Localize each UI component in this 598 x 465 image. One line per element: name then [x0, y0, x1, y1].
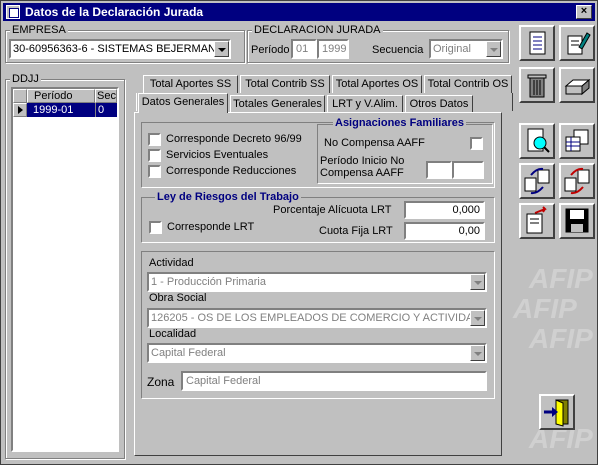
ddjj-table[interactable]: Período Sec 1999-01 0	[11, 87, 119, 452]
empresa-select[interactable]: 30-60956363-6 - SISTEMAS BEJERMAN	[9, 39, 231, 59]
lrt-title: Ley de Riesgos del Trabajo	[155, 191, 301, 203]
title-bar: Datos de la Declaración Jurada ×	[3, 3, 595, 21]
grid-button[interactable]	[559, 123, 595, 159]
trash-icon	[527, 74, 547, 98]
ddjj-header-label: DECLARACION JURADA	[252, 24, 383, 36]
obra-social-label: Obra Social	[149, 292, 207, 304]
secuencia-select[interactable]: Original	[429, 39, 503, 59]
chevron-down-icon[interactable]	[486, 41, 501, 57]
reducciones-checkbox[interactable]	[148, 165, 161, 178]
cell-sec[interactable]: 0	[95, 103, 117, 117]
print-button[interactable]	[559, 67, 595, 103]
refresh-icon	[524, 167, 550, 195]
actividad-select[interactable]: 1 - Producción Primaria	[147, 272, 487, 292]
obra-social-select[interactable]: 126205 - OS DE LOS EMPLEADOS DE COMERCIO…	[147, 308, 487, 328]
cuota-fija-field[interactable]: 0,00	[404, 222, 485, 240]
servicios-eventuales-checkbox[interactable]	[148, 149, 161, 162]
print-icon	[564, 78, 591, 96]
zona-label: Zona	[147, 375, 175, 389]
tab-total-contrib-ss[interactable]: Total Contrib SS	[240, 75, 330, 93]
empresa-value: 30-60956363-6 - SISTEMAS BEJERMAN	[13, 43, 216, 55]
window-icon	[6, 5, 20, 19]
obra-social-value: 126205 - OS DE LOS EMPLEADOS DE COMERCIO…	[151, 312, 474, 324]
export-icon	[526, 206, 547, 234]
exchange-icon	[564, 167, 590, 195]
ddjj-list-label: DDJJ	[10, 73, 41, 85]
ddjj-table-header: Período Sec	[13, 89, 117, 103]
periodo-label: Período	[251, 44, 290, 56]
search-document-icon	[527, 128, 550, 153]
chevron-down-icon[interactable]	[470, 310, 485, 326]
no-compensa-label: No Compensa AAFF	[324, 137, 425, 149]
save-button[interactable]	[559, 203, 595, 239]
decreto-checkbox[interactable]	[148, 133, 161, 146]
chevron-down-icon[interactable]	[470, 274, 485, 290]
tab-lrt-valim[interactable]: LRT y V.Alim.	[327, 95, 403, 113]
periodo-inicio-year-field[interactable]	[452, 161, 484, 179]
chevron-down-icon[interactable]	[470, 345, 485, 361]
servicios-eventuales-label: Servicios Eventuales	[166, 149, 269, 161]
exit-button[interactable]	[539, 394, 575, 430]
corresponde-lrt-checkbox[interactable]	[149, 221, 162, 234]
periodo-month-field[interactable]: 01	[291, 39, 317, 59]
no-compensa-checkbox[interactable]	[470, 137, 483, 150]
main-window: Datos de la Declaración Jurada × EMPRESA…	[0, 0, 598, 465]
datos-generales-panel: Corresponde Decreto 96/99 Servicios Even…	[134, 112, 502, 456]
porcentaje-field[interactable]: 0,000	[404, 201, 485, 219]
periodo-inicio-label-l1: Período Inicio No	[320, 155, 405, 167]
tab-total-aportes-os[interactable]: Total Aportes OS	[332, 75, 422, 93]
window-title: Datos de la Declaración Jurada	[25, 5, 204, 19]
secuencia-value: Original	[433, 43, 471, 55]
row-indicator-header	[13, 89, 27, 103]
tab-otros-datos[interactable]: Otros Datos	[405, 95, 473, 113]
table-row[interactable]: 1999-01 0	[13, 103, 117, 117]
empresa-label: EMPRESA	[10, 24, 68, 36]
chevron-down-icon[interactable]	[214, 41, 229, 57]
close-button[interactable]: ×	[576, 5, 592, 19]
exit-icon	[544, 399, 569, 427]
tab-total-aportes-ss[interactable]: Total Aportes SS	[143, 75, 238, 93]
column-header-sec[interactable]: Sec	[95, 89, 117, 103]
localidad-label: Localidad	[149, 328, 197, 340]
periodo-inicio-month-field[interactable]	[426, 161, 452, 179]
new-document-button[interactable]	[519, 25, 555, 61]
actividad-label: Actividad	[149, 257, 194, 269]
edit-document-icon	[567, 32, 591, 55]
delete-button[interactable]	[519, 67, 555, 103]
afip-watermark: AFIP	[529, 323, 593, 354]
tab-datos-generales[interactable]: Datos Generales	[138, 93, 228, 113]
export-button[interactable]	[519, 203, 555, 239]
document-icon	[529, 31, 546, 55]
refresh-button[interactable]	[519, 163, 555, 199]
edit-document-button[interactable]	[559, 25, 595, 61]
asignaciones-title: Asignaciones Familiares	[333, 117, 466, 129]
tab-totales-generales[interactable]: Totales Generales	[230, 95, 325, 113]
search-document-button[interactable]	[519, 123, 555, 159]
cuota-fija-label: Cuota Fija LRT	[319, 225, 393, 237]
play-arrow-icon	[18, 106, 23, 114]
row-indicator	[13, 103, 27, 117]
exchange-button[interactable]	[559, 163, 595, 199]
decreto-label: Corresponde Decreto 96/99	[166, 133, 302, 145]
localidad-select[interactable]: Capital Federal	[147, 343, 487, 363]
periodo-inicio-label-l2: Compensa AAFF	[320, 167, 404, 179]
afip-watermark: AFIP	[529, 263, 593, 294]
grid-icon	[565, 129, 589, 152]
tab-total-contrib-os[interactable]: Total Contrib OS	[424, 75, 512, 93]
actividad-value: 1 - Producción Primaria	[151, 276, 266, 288]
periodo-year-field[interactable]: 1999	[317, 39, 349, 59]
localidad-value: Capital Federal	[151, 347, 226, 359]
reducciones-label: Corresponde Reducciones	[166, 165, 297, 177]
porcentaje-label: Porcentaje Alícuota LRT	[273, 204, 392, 216]
cell-periodo[interactable]: 1999-01	[27, 103, 95, 117]
corresponde-lrt-label: Corresponde LRT	[167, 221, 255, 233]
zona-field[interactable]: Capital Federal	[181, 371, 487, 391]
afip-watermark: AFIP	[513, 293, 577, 324]
column-header-periodo[interactable]: Período	[27, 89, 95, 103]
secuencia-label: Secuencia	[372, 44, 424, 56]
save-icon	[565, 208, 589, 233]
